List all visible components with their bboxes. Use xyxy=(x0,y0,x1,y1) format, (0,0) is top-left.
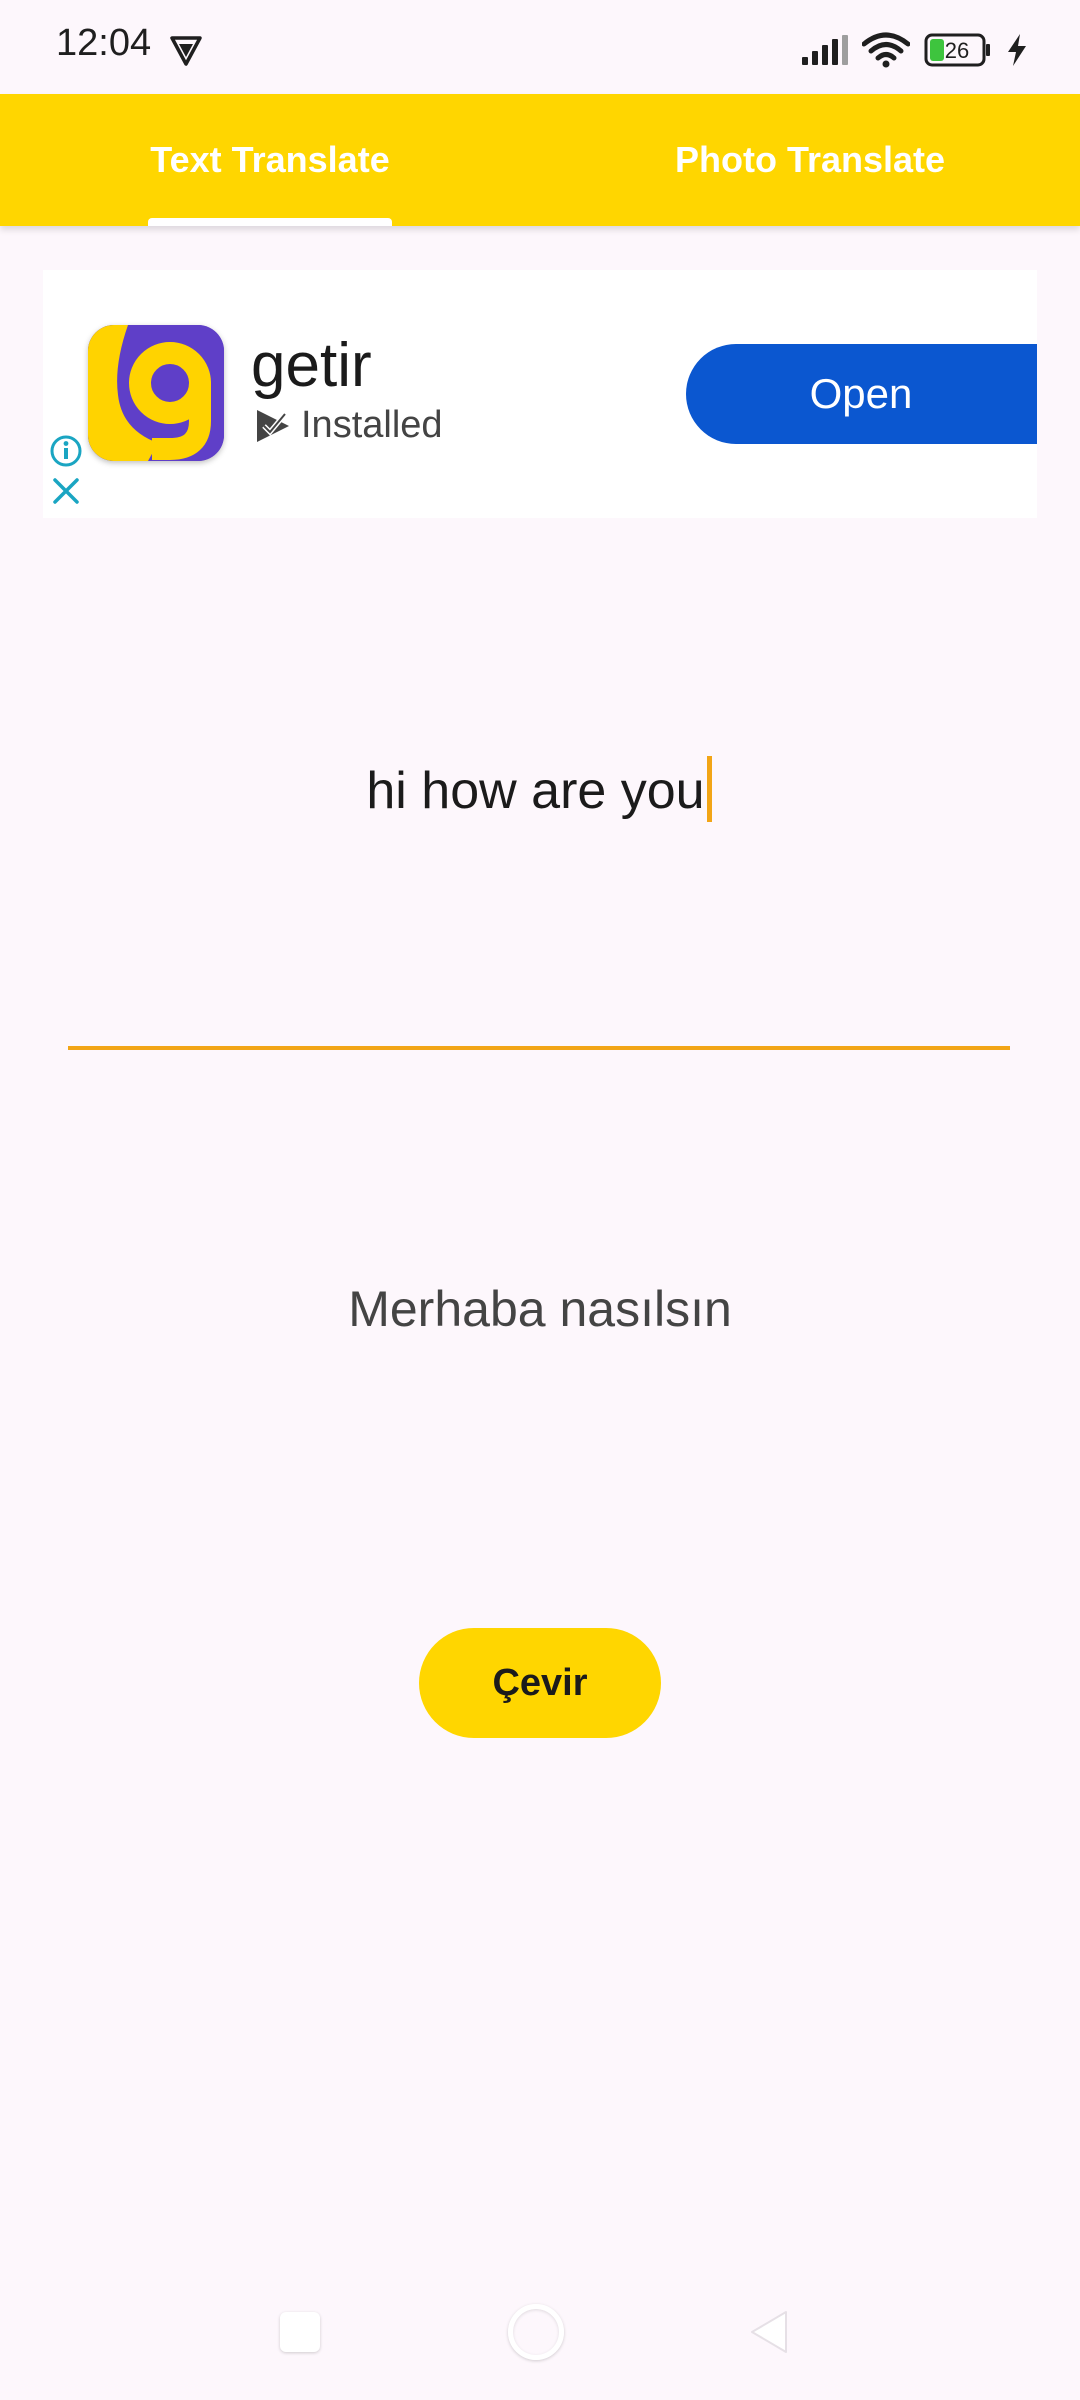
tab-photo-translate-label: Photo Translate xyxy=(674,139,946,180)
source-text-line[interactable]: hi how are you xyxy=(68,756,1010,822)
home-icon[interactable] xyxy=(508,2304,564,2360)
text-caret xyxy=(706,756,712,822)
ad-close-icon[interactable] xyxy=(51,476,81,506)
tab-photo-translate[interactable]: Photo Translate xyxy=(540,94,1080,226)
recents-icon[interactable] xyxy=(280,2312,320,2352)
wifi-icon xyxy=(862,32,910,68)
translate-button-label: Çevir xyxy=(492,1661,588,1704)
tab-text-translate[interactable]: Text Translate xyxy=(0,94,540,226)
battery-icon: 26 xyxy=(924,33,990,67)
status-bar: 12:04 26 xyxy=(0,0,1080,94)
vpn-shield-icon xyxy=(170,36,202,66)
battery-level: 26 xyxy=(945,38,969,63)
translate-button[interactable]: Çevir xyxy=(419,1628,661,1738)
source-text-value: hi how are you xyxy=(366,762,705,820)
status-time: 12:04 xyxy=(56,22,152,64)
tab-text-translate-label: Text Translate xyxy=(150,139,390,180)
tab-indicator xyxy=(148,218,392,226)
back-icon[interactable] xyxy=(748,2308,790,2356)
status-icons: 26 xyxy=(802,28,1028,72)
translated-text: Merhaba nasılsın xyxy=(348,1281,732,1337)
ad-banner[interactable]: getir Installed Open xyxy=(43,270,1037,518)
installed-check-icon xyxy=(257,409,289,442)
source-text-input[interactable]: hi how are you xyxy=(68,700,1010,1050)
signal-icon xyxy=(802,35,848,65)
ad-open-button[interactable]: Open xyxy=(686,344,1037,444)
getir-logo-icon xyxy=(88,325,224,461)
ad-app-name[interactable]: getir xyxy=(251,330,372,401)
ad-installed-status: Installed xyxy=(255,404,443,447)
getir-app-icon[interactable] xyxy=(88,325,224,461)
ad-info-icon[interactable] xyxy=(49,434,83,468)
charging-icon xyxy=(1008,34,1026,66)
ad-open-label: Open xyxy=(809,370,913,417)
ad-installed-label: Installed xyxy=(301,404,443,446)
tab-bar: Text Translate Photo Translate xyxy=(0,94,1080,226)
